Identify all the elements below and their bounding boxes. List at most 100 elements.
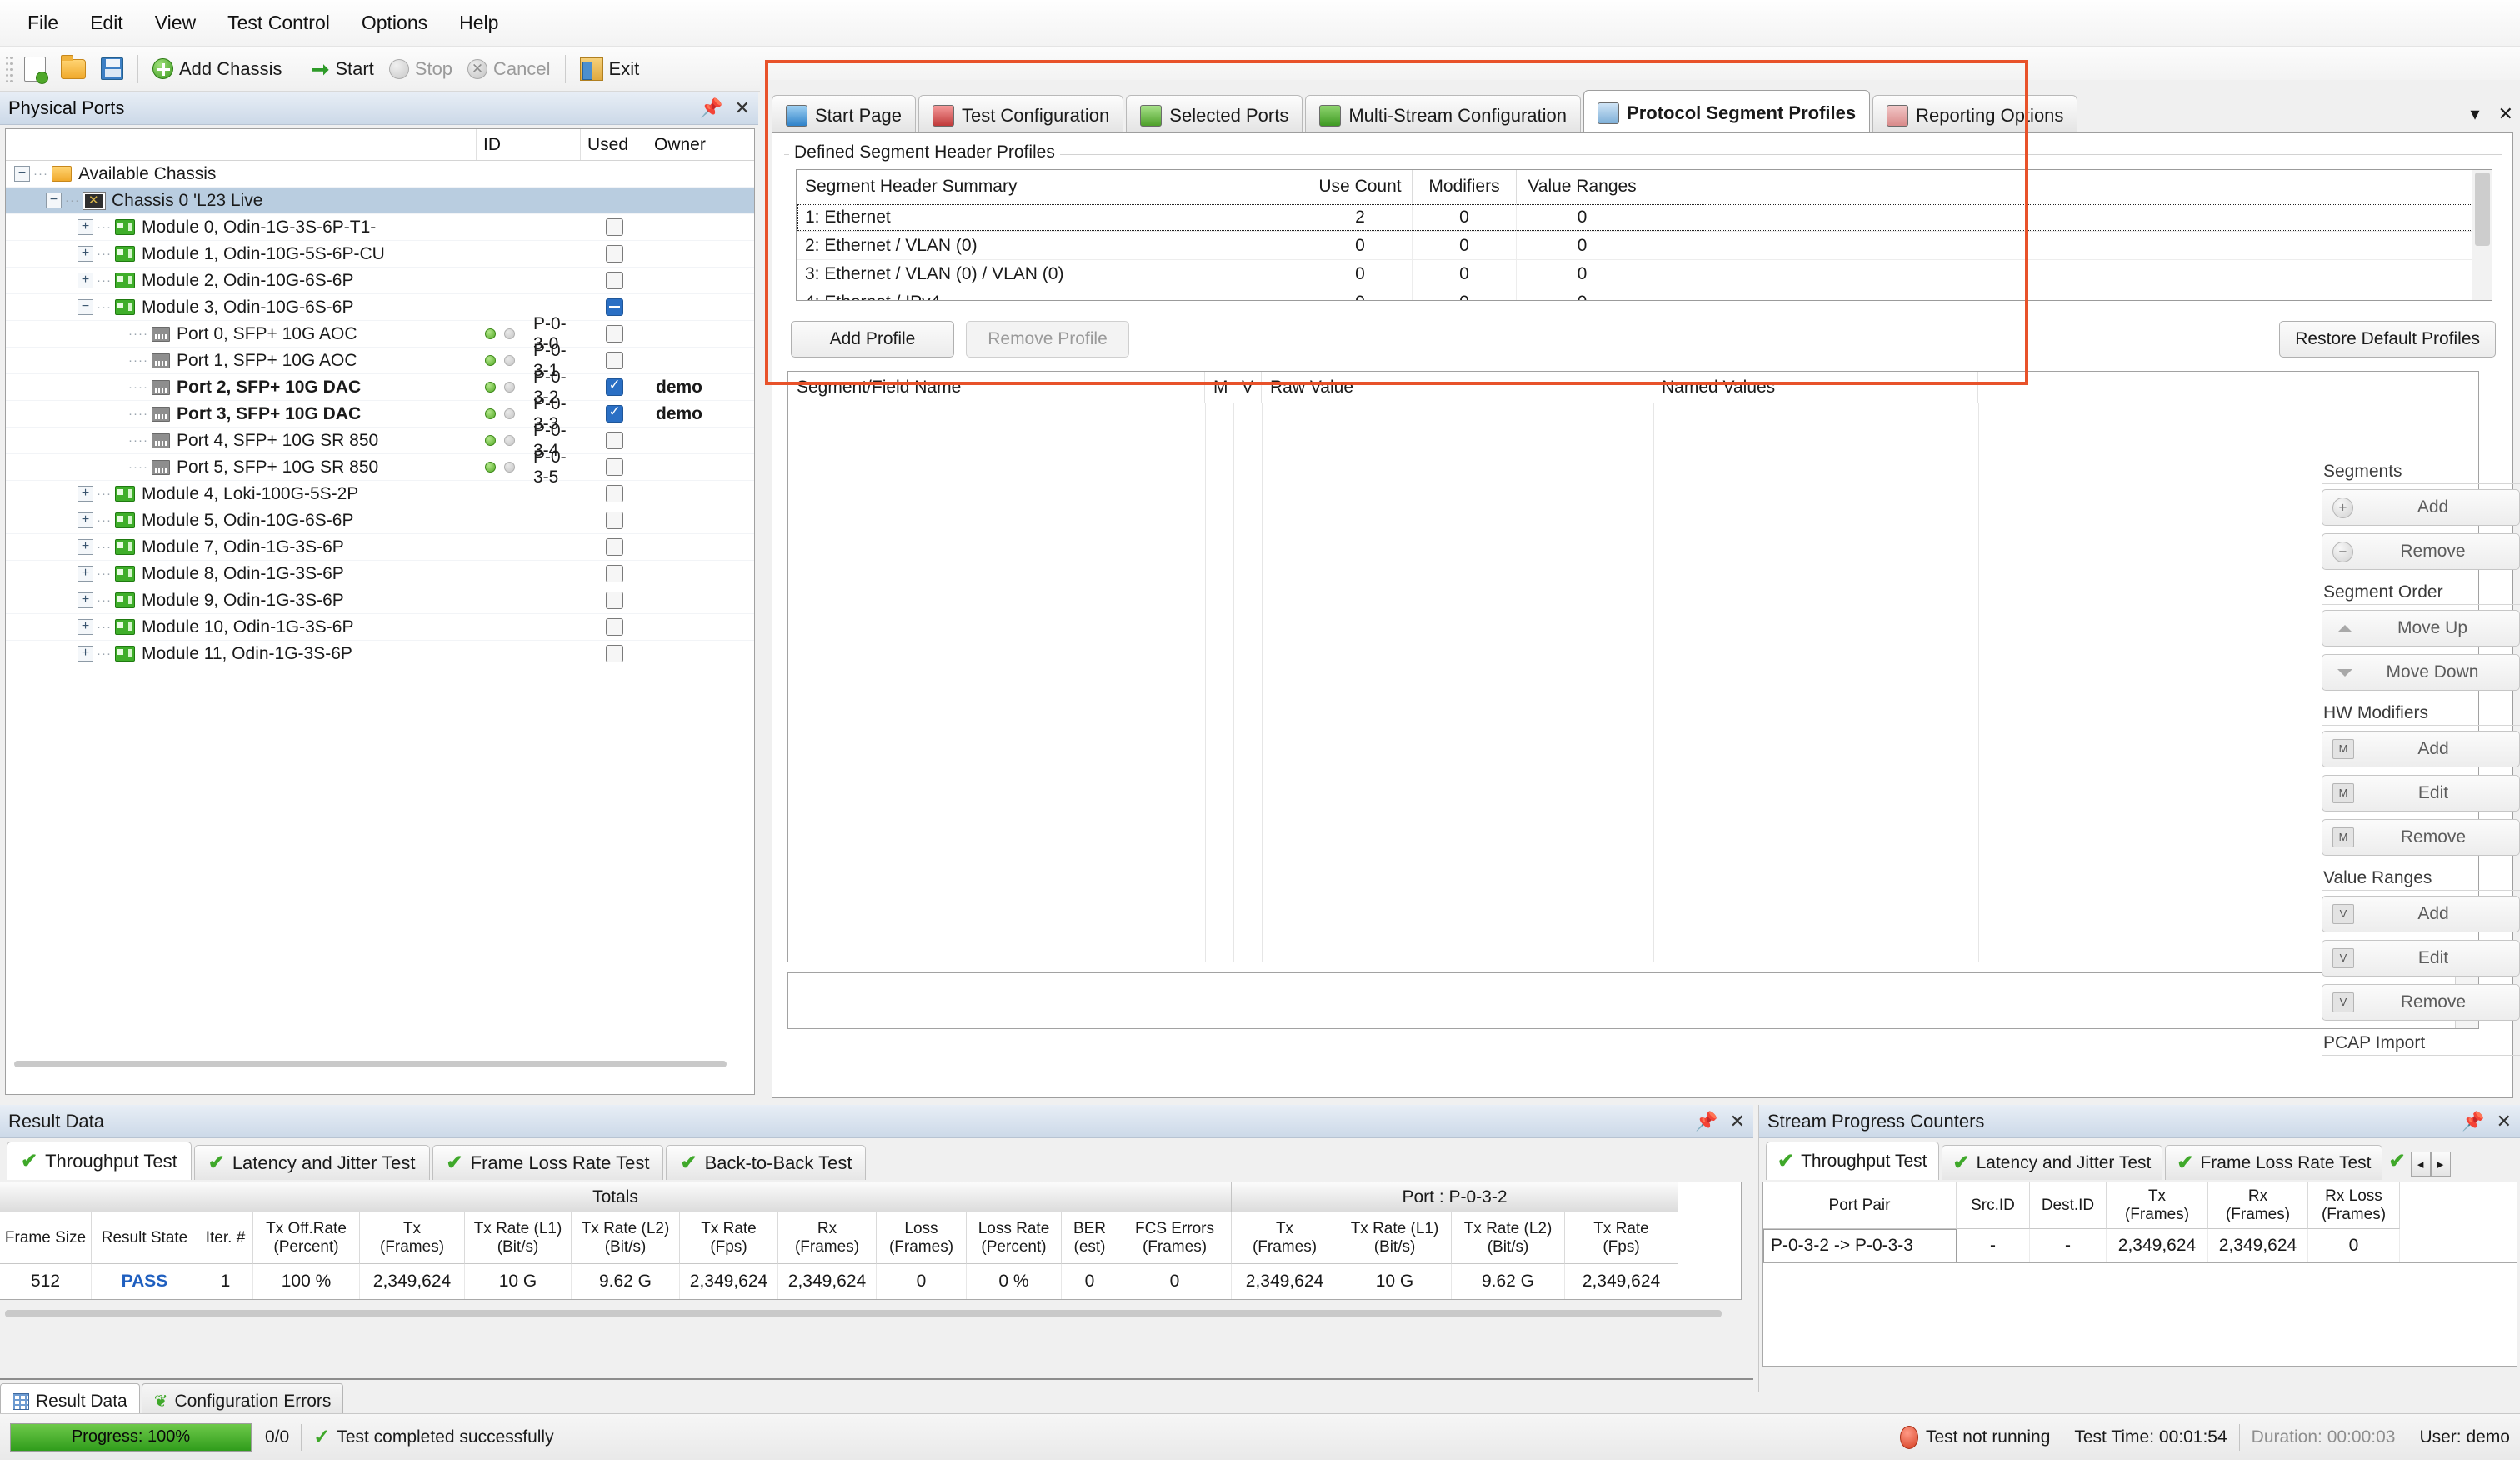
tree-row[interactable]: + ··· Module 0, Odin-1G-3S-6P-T1- <box>6 214 754 241</box>
column-header-id[interactable]: ID <box>477 129 581 160</box>
port-used-checkbox[interactable] <box>605 458 623 476</box>
port-used-checkbox[interactable] <box>605 645 623 662</box>
open-file-button[interactable] <box>53 54 93 82</box>
cancel-button[interactable]: ✕ Cancel <box>460 56 558 82</box>
rail-button-hw-modifiers-add[interactable]: M Add <box>2322 731 2520 768</box>
rail-button-segment-order-move-down[interactable]: Move Down <box>2322 654 2520 691</box>
col-modifiers[interactable]: Modifiers <box>1412 170 1517 202</box>
col-v[interactable]: V <box>1233 372 1262 402</box>
tab-reporting-options[interactable]: Reporting Options <box>1872 95 2078 135</box>
col-segment-header-summary[interactable]: Segment Header Summary <box>797 170 1308 202</box>
column-header-used[interactable]: Used <box>581 129 648 160</box>
spc-column-header-cell[interactable]: Src.ID <box>1957 1182 2030 1229</box>
rail-button-segment-order-move-up[interactable]: Move Up <box>2322 610 2520 647</box>
tree-row[interactable]: + ··· Module 8, Odin-1G-3S-6P <box>6 561 754 588</box>
tree-row[interactable]: + ··· Module 2, Odin-10G-6S-6P <box>6 268 754 294</box>
rail-button-value-ranges-add[interactable]: V Add <box>2322 896 2520 932</box>
col-m[interactable]: M <box>1205 372 1233 402</box>
result-column-header-cell[interactable]: Tx (Frames) <box>360 1212 465 1264</box>
tab-protocol-segment-profiles[interactable]: Protocol Segment Profiles <box>1583 90 1871 135</box>
expand-node-icon[interactable]: + <box>78 592 93 608</box>
spc-column-header-cell[interactable]: Dest.ID <box>2030 1182 2107 1229</box>
menu-edit[interactable]: Edit <box>74 7 139 39</box>
tree-row[interactable]: − ··· Module 3, Odin-10G-6S-6P <box>6 294 754 321</box>
tree-row[interactable]: ····Port 2, SFP+ 10G DACP-0-3-2demo <box>6 368 754 407</box>
result-column-header-cell[interactable]: Tx Off.Rate (Percent) <box>253 1212 360 1264</box>
tab-dropdown-icon[interactable]: ▾ <box>2471 103 2480 125</box>
result-data-table[interactable]: Totals Port : P-0-3-2 Frame Size Result St… <box>0 1182 1742 1300</box>
col-value-ranges[interactable]: Value Ranges <box>1517 170 1648 202</box>
save-file-button[interactable] <box>93 55 131 82</box>
tab-multi-stream-configuration[interactable]: Multi-Stream Configuration <box>1305 95 1582 135</box>
spc-tab-throughput-test[interactable]: ✔ Throughput Test <box>1766 1142 1939 1180</box>
exit-button[interactable]: Exit <box>572 55 648 83</box>
port-used-checkbox[interactable] <box>605 325 623 342</box>
raw-value-editor[interactable]: ▲ ▼ <box>788 972 2479 1029</box>
profiles-vertical-scrollbar[interactable] <box>2472 170 2492 300</box>
expand-node-icon[interactable]: + <box>78 219 93 235</box>
segment-field-table[interactable]: Segment/Field Name M V Raw Value Named V… <box>788 371 2479 962</box>
result-table-row[interactable]: 512 PASS 1 100 % 2,349,624 10 G 9.62 G 2,349,62… <box>0 1264 1741 1299</box>
col-raw-value[interactable]: Raw Value <box>1262 372 1653 402</box>
expand-node-icon[interactable]: + <box>78 246 93 262</box>
result-column-header-cell[interactable]: FCS Errors (Frames) <box>1118 1212 1232 1264</box>
result-pin-icon[interactable]: 📌 <box>1695 1111 1718 1132</box>
add-profile-button[interactable]: Add Profile <box>791 321 954 358</box>
result-tab-latency-and-jitter-test[interactable]: ✔ Latency and Jitter Test <box>193 1145 430 1180</box>
menu-options[interactable]: Options <box>346 7 443 39</box>
port-used-checkbox[interactable] <box>605 218 623 236</box>
rail-button-value-ranges-remove[interactable]: V Remove <box>2322 984 2520 1021</box>
result-column-header-cell[interactable]: Loss (Frames) <box>877 1212 967 1264</box>
rail-button-segments-add[interactable]: + Add <box>2322 489 2520 526</box>
result-close-icon[interactable]: ✕ <box>1730 1111 1745 1132</box>
profile-row[interactable]: 3: Ethernet / VLAN (0) / VLAN (0) 0 0 0 <box>797 260 2492 288</box>
spc-table-row[interactable]: P-0-3-2 -> P-0-3-3- -2,349,624 2,349,624 0 <box>1763 1229 2518 1262</box>
result-column-header-cell[interactable]: Tx Rate (Fps) <box>1565 1212 1678 1264</box>
tree-row[interactable]: ···· Port 0, SFP+ 10G AOC P-0-3-0 <box>6 314 754 353</box>
segment-field-body[interactable] <box>788 403 2478 962</box>
expand-node-icon[interactable]: + <box>78 539 93 555</box>
rail-button-hw-modifiers-edit[interactable]: M Edit <box>2322 775 2520 812</box>
spc-tab-frame-loss-rate-test[interactable]: ✔ Frame Loss Rate Test <box>2165 1145 2383 1180</box>
result-column-header-cell[interactable]: Iter. # <box>198 1212 253 1264</box>
expand-node-icon[interactable]: + <box>78 272 93 288</box>
port-used-checkbox[interactable] <box>605 272 623 289</box>
expand-node-icon[interactable]: + <box>78 646 93 662</box>
stream-pin-icon[interactable]: 📌 <box>2462 1111 2484 1132</box>
port-used-checkbox[interactable] <box>605 432 623 449</box>
spc-column-header-cell[interactable]: Rx (Frames) <box>2208 1182 2308 1229</box>
menu-help[interactable]: Help <box>443 7 514 39</box>
tab-test-configuration[interactable]: Test Configuration <box>918 95 1124 135</box>
tree-row[interactable]: − ··· Available Chassis <box>6 161 754 188</box>
port-used-checkbox[interactable] <box>605 298 623 316</box>
restore-default-profiles-button[interactable]: Restore Default Profiles <box>2279 321 2496 358</box>
add-chassis-button[interactable]: Add Chassis <box>145 56 290 82</box>
spc-column-header-cell[interactable]: Rx Loss (Frames) <box>2308 1182 2400 1229</box>
profile-row[interactable]: 4: Ethernet / IPv4000 <box>797 288 2492 300</box>
result-tab-back-to-back-test[interactable]: ✔ Back-to-Back Test <box>666 1145 867 1180</box>
spc-tab-latency-and-jitter-test[interactable]: ✔ Latency and Jitter Test <box>1941 1145 2163 1180</box>
result-column-header-cell[interactable]: Tx Rate (L2) (Bit/s) <box>572 1212 680 1264</box>
port-used-checkbox[interactable] <box>605 565 623 582</box>
pin-icon[interactable]: 📌 <box>700 98 722 119</box>
menu-file[interactable]: File <box>12 7 74 39</box>
expand-node-icon[interactable]: + <box>78 619 93 635</box>
port-used-checkbox[interactable] <box>605 538 623 556</box>
start-button[interactable]: ➞ Start <box>304 56 382 82</box>
result-horizontal-scrollbar[interactable] <box>0 1310 1742 1323</box>
result-column-header-cell[interactable]: Rx (Frames) <box>778 1212 877 1264</box>
result-column-header-cell[interactable]: Tx (Frames) <box>1232 1212 1338 1264</box>
result-column-header-cell[interactable]: Frame Size <box>0 1212 92 1264</box>
col-segment-field-name[interactable]: Segment/Field Name <box>788 372 1205 402</box>
tree-row[interactable]: + ··· Module 5, Odin-10G-6S-6P <box>6 508 754 534</box>
result-column-header-cell[interactable]: Tx Rate (L1) (Bit/s) <box>1338 1212 1452 1264</box>
tree-row[interactable]: + ··· Module 10, Odin-1G-3S-6P <box>6 614 754 641</box>
ports-tree[interactable]: ID Used Owner −···Available Chassis−···C… <box>5 128 755 1095</box>
menu-view[interactable]: View <box>139 7 212 39</box>
result-column-header-cell[interactable]: Loss Rate (Percent) <box>967 1212 1062 1264</box>
close-icon[interactable]: ✕ <box>735 98 750 119</box>
stop-button[interactable]: Stop <box>382 56 460 82</box>
collapse-node-icon[interactable]: − <box>46 192 62 208</box>
port-used-checkbox[interactable] <box>605 403 623 422</box>
port-used-checkbox[interactable] <box>605 377 623 396</box>
